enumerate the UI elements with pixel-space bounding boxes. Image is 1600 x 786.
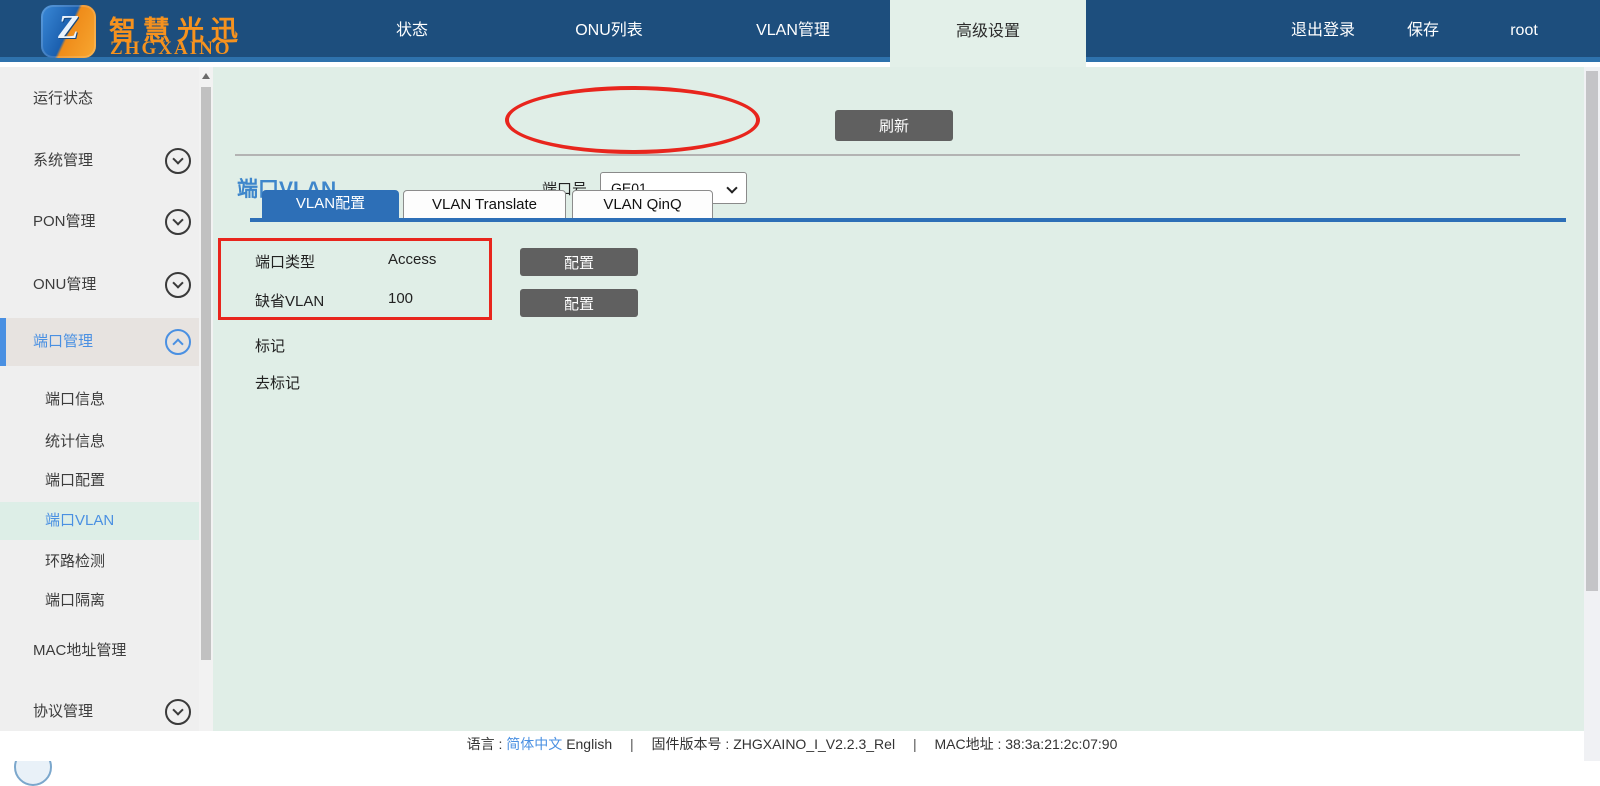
firmware-label: 固件版本号 :: [651, 736, 734, 752]
sidebar-menu: 运行状态 系统管理 PON管理 ONU管理 端口管理 端口信息 统计信息 端口配…: [0, 67, 213, 786]
untagged-label: 去标记: [255, 375, 301, 392]
sidebar-item-label: 端口管理: [33, 333, 94, 350]
sidebar-item-label: 端口VLAN: [45, 512, 115, 529]
sidebar-scrollbar[interactable]: [199, 67, 213, 761]
brand-logo: Z 智慧光迅 ZHGXAINO: [41, 5, 271, 61]
brand-logo-icon: Z: [41, 5, 96, 58]
default-vlan-label: 缺省VLAN: [255, 293, 325, 310]
main-content: 端口VLAN 端口号 GE01 刷新 VLAN配置 VLAN Translate…: [213, 67, 1584, 731]
configure-default-vlan-button[interactable]: 配置: [520, 289, 638, 317]
page-scrollbar-thumb[interactable]: [1586, 71, 1598, 591]
footer-separator: |: [630, 736, 634, 752]
tagged-label: 标记: [255, 338, 286, 355]
tab-vlan-translate[interactable]: VLAN Translate: [403, 190, 566, 219]
save-button[interactable]: 保存: [1407, 0, 1439, 62]
default-vlan-value: 100: [388, 290, 414, 307]
firmware-value: ZHGXAINO_I_V2.2.3_Rel: [733, 736, 896, 752]
red-ellipse-annotation: [505, 86, 760, 154]
sidebar-item-system-management[interactable]: 系统管理: [33, 151, 93, 171]
chevron-up-icon[interactable]: [165, 329, 191, 355]
logo-glyph: Z: [58, 9, 79, 46]
tab-vlan-qinq[interactable]: VLAN QinQ: [572, 190, 713, 219]
nav-tab-onu-list[interactable]: ONU列表: [575, 0, 643, 62]
sidebar-item-pon-management[interactable]: PON管理: [33, 212, 96, 232]
nav-tab-status[interactable]: 状态: [396, 0, 428, 62]
nav-tab-vlan-management[interactable]: VLAN管理: [756, 0, 830, 62]
sidebar-scrollbar-thumb[interactable]: [201, 87, 211, 660]
top-navbar: Z 智慧光迅 ZHGXAINO 状态 ONU列表 VLAN管理 退出登录 保存 …: [0, 0, 1600, 62]
sidebar-item-onu-management[interactable]: ONU管理: [33, 275, 96, 295]
port-type-label: 端口类型: [255, 254, 316, 271]
scroll-up-arrow-icon[interactable]: [202, 73, 210, 79]
chevron-down-icon[interactable]: [165, 699, 191, 725]
mac-address-value: 38:3a:21:2c:07:90: [1005, 736, 1118, 752]
mac-address-label: MAC地址 :: [934, 736, 1006, 752]
language-link-chinese[interactable]: 简体中文: [506, 736, 562, 752]
sidebar-item-port-config[interactable]: 端口配置: [45, 471, 105, 491]
sidebar-item-port-info[interactable]: 端口信息: [45, 390, 105, 410]
sidebar-item-protocol-management[interactable]: 协议管理: [33, 702, 93, 722]
refresh-button[interactable]: 刷新: [835, 110, 953, 141]
footer-separator: |: [912, 736, 917, 752]
tab-underline: [250, 218, 1566, 222]
logout-button[interactable]: 退出登录: [1291, 0, 1355, 62]
language-link-english[interactable]: English: [566, 736, 612, 752]
language-label: 语言 :: [466, 736, 503, 752]
tab-vlan-config[interactable]: VLAN配置: [262, 190, 399, 219]
sidebar-item-loop-detection[interactable]: 环路检测: [45, 552, 105, 572]
user-account-label[interactable]: root: [1510, 0, 1538, 62]
footer-bar: 语言 : 简体中文 English | 固件版本号 : ZHGXAINO_I_V…: [0, 731, 1584, 761]
configure-port-type-button[interactable]: 配置: [520, 248, 638, 276]
sidebar-item-statistics[interactable]: 统计信息: [45, 432, 105, 452]
sidebar-item-running-status[interactable]: 运行状态: [33, 89, 93, 109]
page-scrollbar[interactable]: [1584, 67, 1600, 761]
nav-tab-advanced-settings-active[interactable]: 高级设置: [890, 0, 1086, 67]
chevron-down-icon[interactable]: [165, 209, 191, 235]
section-divider: [235, 154, 1520, 156]
sidebar-item-port-vlan-selected[interactable]: 端口VLAN: [0, 502, 199, 540]
chevron-down-icon[interactable]: [165, 272, 191, 298]
port-type-value: Access: [388, 251, 437, 268]
sidebar-item-mac-address-management[interactable]: MAC地址管理: [33, 641, 126, 661]
sidebar-item-port-isolation[interactable]: 端口隔离: [45, 591, 105, 611]
brand-subtitle: ZHGXAINO: [110, 38, 232, 59]
chevron-down-icon[interactable]: [165, 148, 191, 174]
